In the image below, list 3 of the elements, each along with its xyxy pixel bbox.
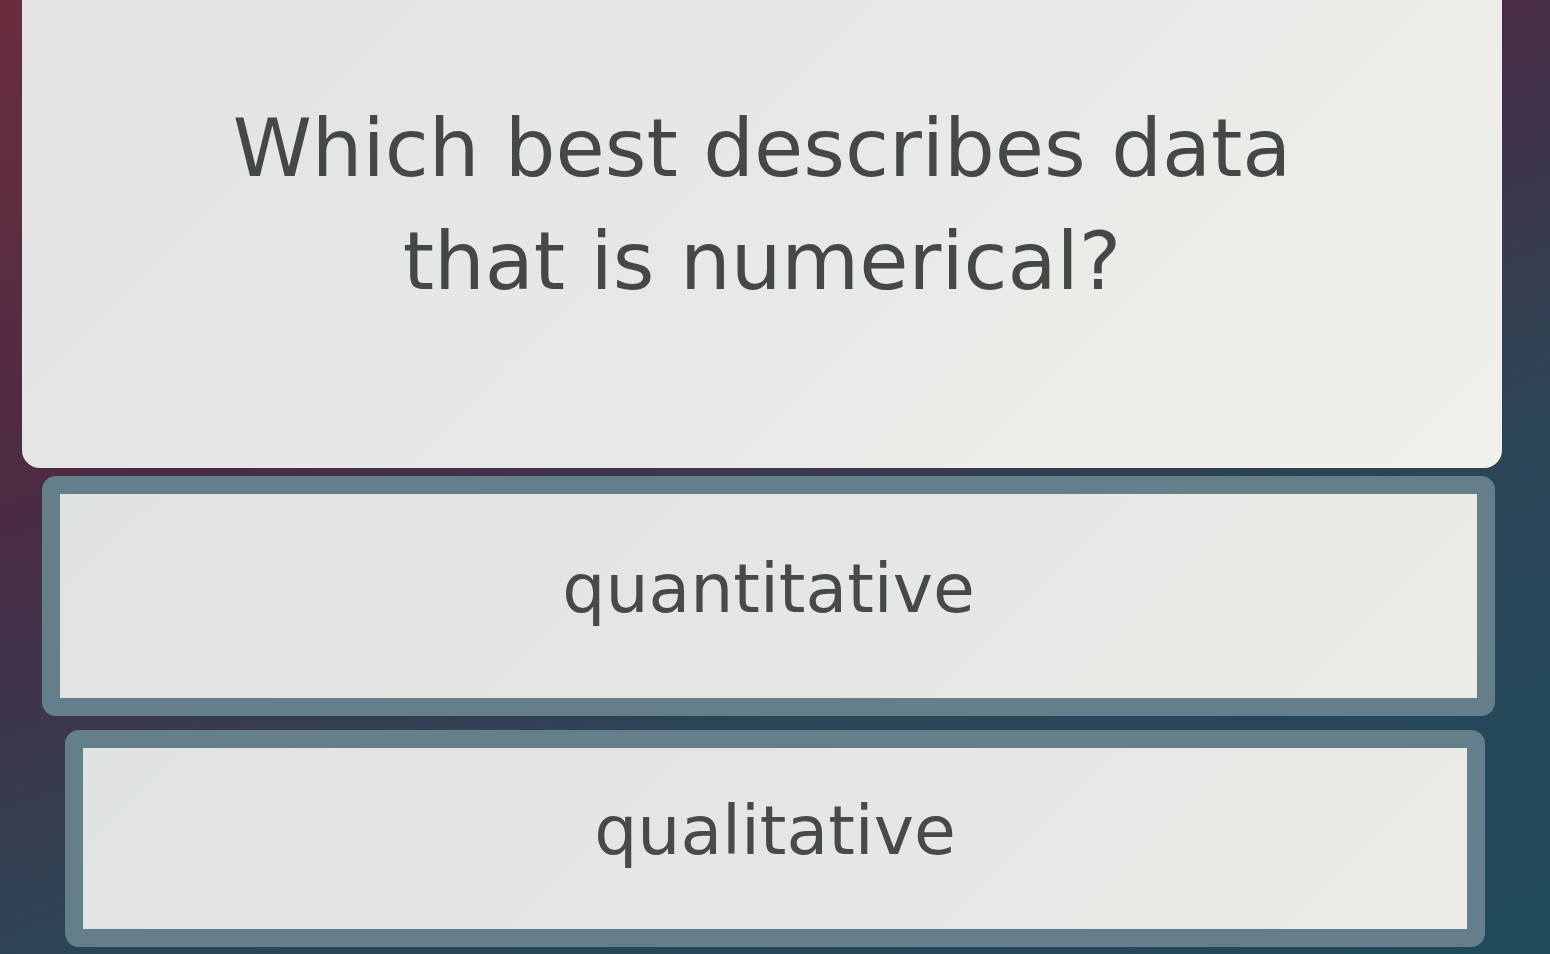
question-text: Which best describes data that is numerical? [231, 101, 1293, 310]
answer-button[interactable]: quantitative [42, 476, 1495, 716]
answer-button[interactable]: qualitative [65, 730, 1485, 947]
